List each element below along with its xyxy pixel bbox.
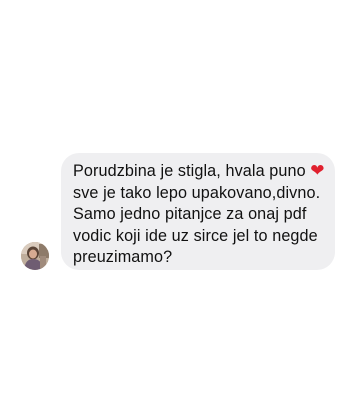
message-body: sve je tako lepo upakovano,divno. Samo j… (73, 183, 321, 267)
avatar-photo (21, 242, 49, 270)
message-thread: Porudzbina je stigla, hvala puno ❤ sve j… (0, 0, 352, 397)
message-text: Porudzbina je stigla, hvala puno ❤ sve j… (73, 161, 325, 269)
message-line-1: Porudzbina je stigla, hvala puno (73, 162, 306, 180)
sender-avatar[interactable] (21, 242, 49, 270)
message-bubble[interactable]: Porudzbina je stigla, hvala puno ❤ sve j… (61, 153, 335, 270)
heart-icon: ❤ (310, 161, 325, 181)
